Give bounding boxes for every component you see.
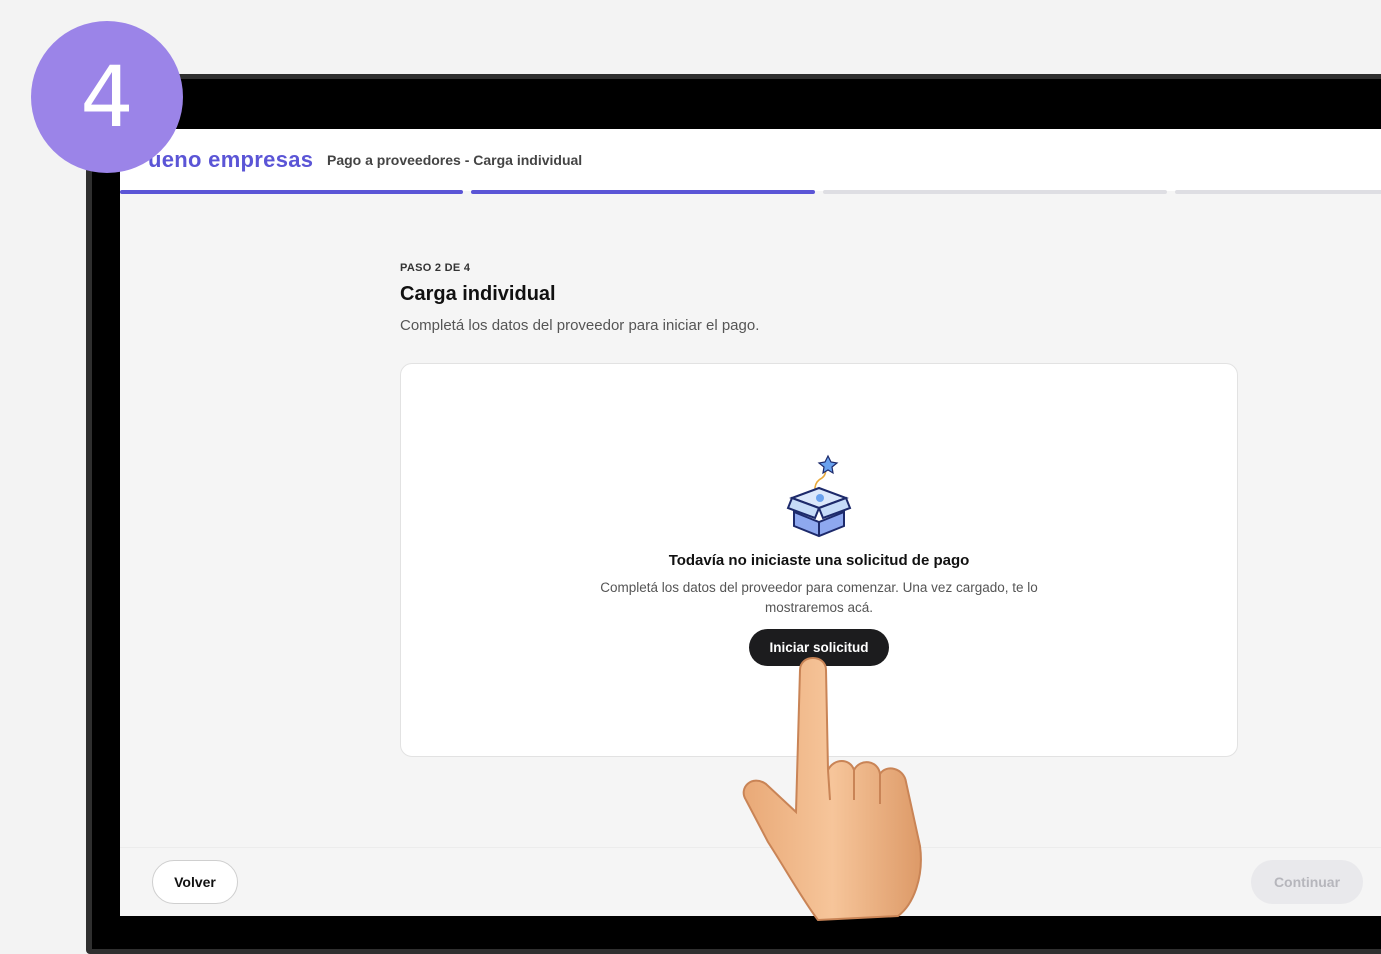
- step-progress-bar: [120, 190, 1381, 194]
- empty-state-title: Todavía no iniciaste una solicitud de pa…: [668, 552, 970, 569]
- page-title: Carga individual: [400, 283, 556, 305]
- progress-segment-3: [823, 190, 1167, 194]
- pointing-hand-icon: [742, 657, 922, 922]
- step-number-badge: 4: [31, 21, 183, 173]
- brand-logo[interactable]: ueno empresas: [148, 147, 313, 173]
- progress-segment-1: [120, 190, 463, 194]
- continue-button[interactable]: Continuar: [1251, 860, 1363, 904]
- breadcrumb: Pago a proveedores - Carga individual: [327, 152, 583, 168]
- empty-state-description: Completá los datos del proveedor para co…: [600, 580, 1038, 615]
- back-button[interactable]: Volver: [152, 860, 238, 904]
- page-subtitle: Completá los datos del proveedor para in…: [400, 317, 760, 334]
- top-bar: ueno empresas Pago a proveedores - Carga…: [120, 129, 1381, 191]
- progress-segment-2: [471, 190, 815, 194]
- open-box-icon: [786, 454, 852, 538]
- step-label: PASO 2 DE 4: [400, 262, 471, 274]
- progress-segment-4: [1175, 190, 1381, 194]
